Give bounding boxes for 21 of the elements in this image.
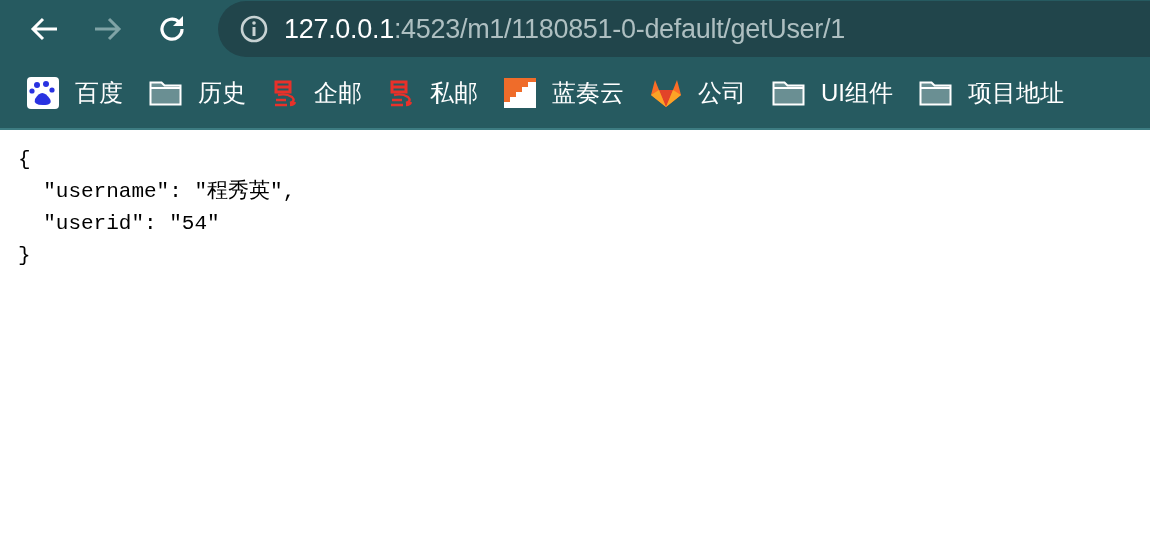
url-text: 127.0.0.1:4523/m1/1180851-0-default/getUser/1 <box>284 13 845 45</box>
folder-icon <box>772 80 805 106</box>
folder-icon <box>149 80 182 106</box>
bookmark[interactable]: 历史 <box>149 77 246 109</box>
folder-icon <box>919 80 952 106</box>
bookmark[interactable]: 项目地址 <box>919 77 1064 109</box>
stairs-icon <box>504 78 536 108</box>
info-icon <box>240 15 268 43</box>
json-line: "username": "程秀英", <box>42 178 297 205</box>
json-line: { <box>18 147 32 173</box>
paw-icon <box>27 77 59 109</box>
bookmark[interactable]: UI组件 <box>772 77 893 109</box>
json-line: } <box>18 243 32 269</box>
bookmark[interactable]: 公司 <box>650 77 746 109</box>
json-line: "userid": "54" <box>42 211 221 237</box>
address-bar[interactable]: 127.0.0.1:4523/m1/1180851-0-default/getUser/1 <box>218 1 1150 57</box>
bookmark[interactable]: 蓝奏云 <box>504 77 624 109</box>
bookmark[interactable]: 私邮 <box>388 77 478 109</box>
bookmark[interactable]: 企邮 <box>272 77 362 109</box>
bookmark[interactable]: 百度 <box>27 77 123 109</box>
fox-icon <box>650 78 682 108</box>
